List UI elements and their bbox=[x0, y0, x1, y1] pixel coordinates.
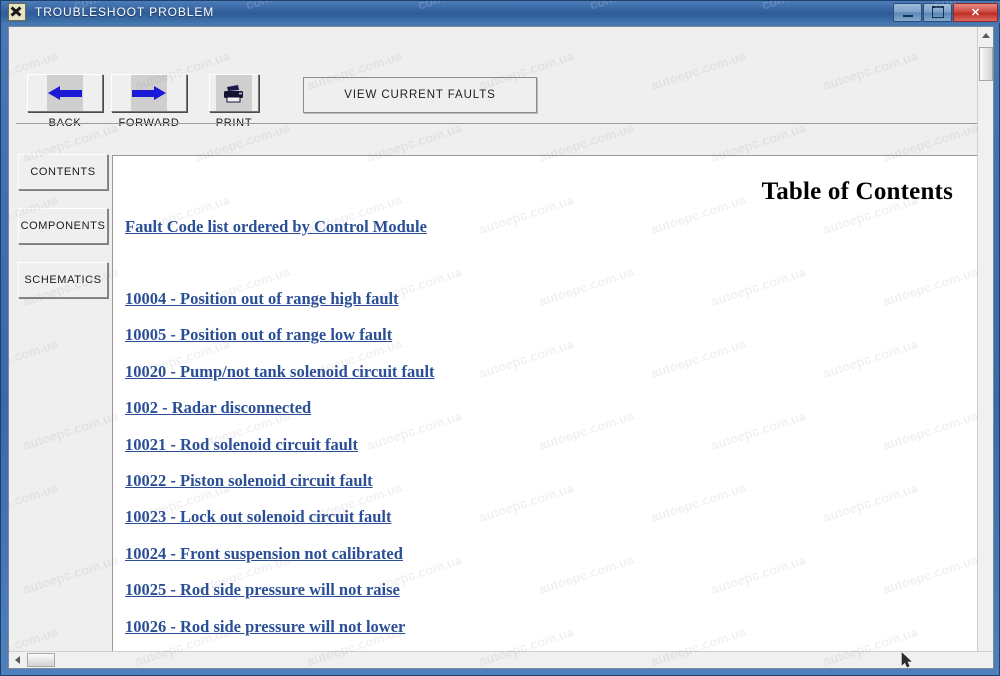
client-area: BACK FORWARD PRINT VIEW CURRENT FAULTS C… bbox=[8, 26, 994, 669]
content-panel: Table of Contents Fault Code list ordere… bbox=[112, 155, 978, 659]
link-fault-1002[interactable]: 1002 - Radar disconnected bbox=[125, 399, 311, 417]
link-fault-10021[interactable]: 10021 - Rod solenoid circuit fault bbox=[125, 435, 358, 454]
list-item: 10021 - Rod solenoid circuit fault bbox=[125, 435, 435, 472]
list-item: 10005 - Position out of range low fault bbox=[125, 326, 435, 362]
intro-link-row: Fault Code list ordered by Control Modul… bbox=[125, 217, 427, 237]
minimize-icon bbox=[902, 15, 913, 17]
sidebar-item-components[interactable]: COMPONENTS bbox=[18, 208, 108, 244]
list-item: 10004 - Position out of range high fault bbox=[125, 289, 435, 326]
triangle-left-icon bbox=[15, 656, 20, 664]
scroll-left-button[interactable] bbox=[9, 652, 26, 668]
toolbar: BACK FORWARD PRINT VIEW CURRENT FAULTS bbox=[9, 27, 993, 129]
link-fault-10022[interactable]: 10022 - Piston solenoid circuit fault bbox=[125, 471, 373, 490]
application-window: TROUBLESHOOT PROBLEM ✕ BACK FORWARD PRIN… bbox=[0, 0, 1000, 676]
page-title: Table of Contents bbox=[761, 178, 953, 205]
link-fault-10025[interactable]: 10025 - Rod side pressure will not raise bbox=[125, 580, 400, 599]
list-item: 10026 - Rod side pressure will not lower bbox=[125, 617, 435, 654]
arrow-right-icon bbox=[132, 86, 166, 100]
minimize-button[interactable] bbox=[893, 2, 922, 22]
horizontal-scrollbar[interactable] bbox=[9, 651, 993, 668]
print-button[interactable] bbox=[209, 74, 259, 112]
link-fault-10024[interactable]: 10024 - Front suspension not calibrated bbox=[125, 544, 403, 563]
forward-button[interactable] bbox=[111, 74, 187, 112]
maximize-icon bbox=[931, 6, 944, 18]
window-controls: ✕ bbox=[892, 2, 998, 22]
link-fault-code-list[interactable]: Fault Code list ordered by Control Modul… bbox=[125, 217, 427, 236]
link-fault-10020[interactable]: 10020 - Pump/not tank solenoid circuit f… bbox=[125, 362, 435, 381]
arrow-left-icon bbox=[48, 86, 82, 100]
maximize-button[interactable] bbox=[923, 2, 952, 22]
fault-link-list: 10004 - Position out of range high fault… bbox=[125, 289, 435, 658]
sidebar-item-schematics[interactable]: SCHEMATICS bbox=[18, 262, 108, 298]
list-item: 10025 - Rod side pressure will not raise bbox=[125, 580, 435, 617]
vertical-scrollbar[interactable] bbox=[977, 27, 993, 668]
vertical-scrollbar-thumb[interactable] bbox=[979, 47, 993, 81]
content-document: Table of Contents Fault Code list ordere… bbox=[113, 156, 977, 658]
sidebar-tabs: CONTENTS COMPONENTS SCHEMATICS bbox=[14, 150, 110, 660]
horizontal-scrollbar-thumb[interactable] bbox=[27, 653, 55, 667]
printer-icon bbox=[224, 85, 243, 103]
link-fault-10004[interactable]: 10004 - Position out of range high fault bbox=[125, 289, 399, 308]
list-item: 10020 - Pump/not tank solenoid circuit f… bbox=[125, 362, 435, 399]
list-item: 10023 - Lock out solenoid circuit fault bbox=[125, 508, 435, 544]
back-button[interactable] bbox=[27, 74, 103, 112]
triangle-up-icon bbox=[982, 33, 990, 38]
toolbar-separator bbox=[16, 123, 978, 124]
link-fault-10026[interactable]: 10026 - Rod side pressure will not lower bbox=[125, 617, 405, 636]
view-current-faults-button[interactable]: VIEW CURRENT FAULTS bbox=[303, 77, 537, 113]
scroll-up-button[interactable] bbox=[978, 27, 993, 44]
list-item: 10024 - Front suspension not calibrated bbox=[125, 544, 435, 581]
sidebar-item-contents[interactable]: CONTENTS bbox=[18, 154, 108, 190]
list-item: 1002 - Radar disconnected bbox=[125, 399, 435, 435]
title-bar: TROUBLESHOOT PROBLEM ✕ bbox=[1, 1, 1000, 23]
link-fault-10023[interactable]: 10023 - Lock out solenoid circuit fault bbox=[125, 508, 391, 526]
close-button[interactable]: ✕ bbox=[953, 2, 998, 22]
window-title: TROUBLESHOOT PROBLEM bbox=[35, 5, 215, 19]
close-icon: ✕ bbox=[970, 6, 981, 19]
link-fault-10005[interactable]: 10005 - Position out of range low fault bbox=[125, 326, 392, 344]
wrench-x-icon bbox=[8, 3, 26, 21]
list-item: 10022 - Piston solenoid circuit fault bbox=[125, 471, 435, 508]
